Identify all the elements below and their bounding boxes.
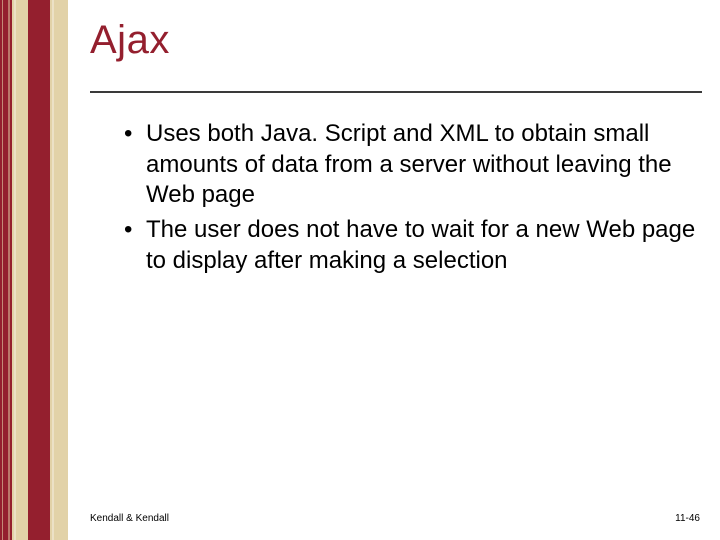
footer-page-number: 11-46: [675, 513, 700, 524]
footer-author: Kendall & Kendall: [90, 513, 169, 524]
slide-edge-strip: [0, 0, 12, 540]
slide-sidebar-highlight: [52, 0, 54, 540]
slide-title: Ajax: [90, 18, 702, 63]
bullet-item: The user does not have to wait for a new…: [124, 215, 702, 276]
slide-sidebar-highlight: [14, 0, 16, 540]
title-rule: [90, 91, 702, 93]
slide-sidebar: [12, 0, 68, 540]
slide-sidebar-accent: [28, 0, 50, 540]
slide-content: Ajax Uses both Java. Script and XML to o…: [68, 0, 720, 540]
bullet-item: Uses both Java. Script and XML to obtain…: [124, 119, 702, 211]
bullet-list: Uses both Java. Script and XML to obtain…: [90, 119, 702, 277]
